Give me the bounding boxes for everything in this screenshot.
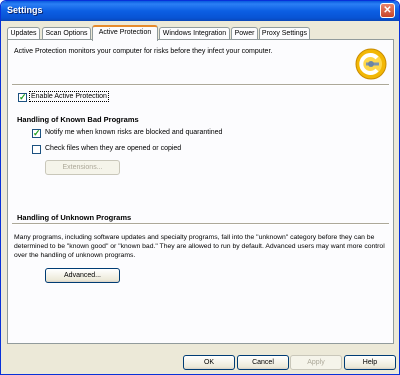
help-button[interactable]: Help xyxy=(344,355,396,370)
notify-known-risks-checkbox[interactable] xyxy=(32,128,41,139)
cancel-button[interactable]: Cancel xyxy=(237,355,289,370)
tab-active-protection[interactable]: Active Protection xyxy=(92,25,158,41)
check-files-checkbox[interactable] xyxy=(32,145,41,154)
unknown-programs-heading: Handling of Unknown Programs xyxy=(17,213,132,222)
enable-active-protection-checkbox[interactable] xyxy=(18,92,27,103)
advanced-button[interactable]: Advanced... xyxy=(45,268,120,283)
apply-button[interactable]: Apply xyxy=(290,355,342,370)
title-bar[interactable]: Settings ✕ xyxy=(1,1,399,21)
close-icon: ✕ xyxy=(383,5,392,16)
notify-known-risks-label[interactable]: Notify me when known risks are blocked a… xyxy=(45,129,222,136)
check-files-label[interactable]: Check files when they are opened or copi… xyxy=(45,145,181,152)
extensions-button[interactable]: Extensions... xyxy=(45,160,120,175)
intro-text: Active Protection monitors your computer… xyxy=(14,48,273,55)
divider xyxy=(12,84,389,86)
active-protection-panel: Active Protection monitors your computer… xyxy=(7,39,394,344)
unknown-programs-description: Many programs, including software update… xyxy=(14,234,385,259)
close-button[interactable]: ✕ xyxy=(380,3,395,18)
settings-window: Settings ✕ Updates Scan Options Active P… xyxy=(0,0,400,375)
divider xyxy=(12,223,389,225)
ok-button[interactable]: OK xyxy=(183,355,235,370)
known-programs-heading: Handling of Known Bad Programs xyxy=(17,115,139,124)
enable-active-protection-label[interactable]: Enable Active Protection xyxy=(29,91,109,102)
active-protection-logo-icon xyxy=(355,48,387,80)
window-title: Settings xyxy=(7,5,43,15)
